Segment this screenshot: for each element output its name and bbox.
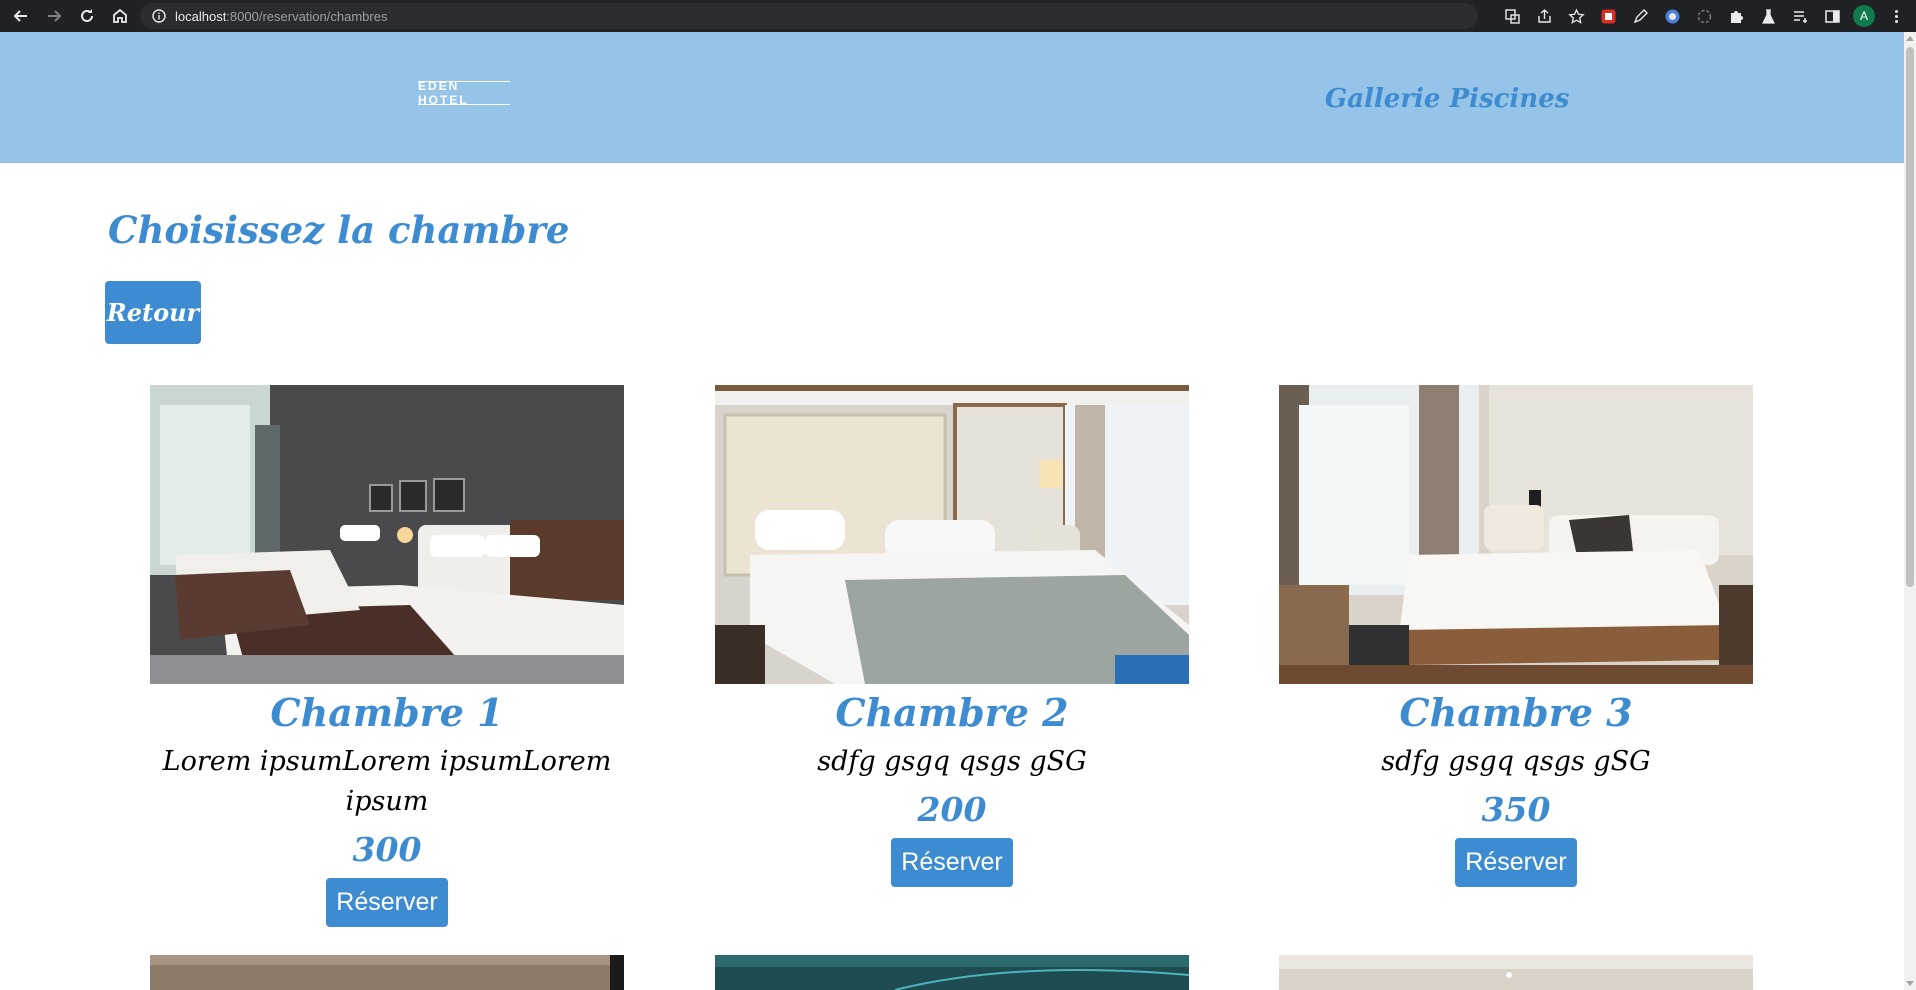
room-photo [150,955,624,990]
room-price: 200 [917,790,987,829]
room-photo [1279,955,1753,990]
room-photo [150,385,624,684]
room-card: Chambre 3 sdfg gsgq qsgs gSG 350 Réserve… [1279,385,1753,887]
browser-toolbar: localhost:8000/reservation/chambres A [0,0,1916,32]
room-price: 300 [352,830,422,869]
logo-text: EDEN HOTEL [418,79,469,107]
flask-icon[interactable] [1756,4,1780,28]
room-card-partial [715,955,1189,990]
scroll-up-icon[interactable] [1906,36,1914,41]
sync-icon[interactable] [1692,4,1716,28]
room-card: Chambre 2 sdfg gsgq qsgs gSG 200 Réserve… [715,385,1189,887]
side-panel-icon[interactable] [1820,4,1844,28]
extension-blue-icon[interactable] [1660,4,1684,28]
puzzle-icon[interactable] [1724,4,1748,28]
room-card-partial [1279,955,1753,990]
back-button[interactable]: Retour [105,281,201,344]
address-bar[interactable]: localhost:8000/reservation/chambres [140,3,1478,29]
hotel-logo[interactable]: EDEN HOTEL [418,79,510,107]
bookmark-star-icon[interactable] [1564,4,1588,28]
avatar-letter: A [1853,5,1875,27]
translate-icon[interactable] [1500,4,1524,28]
nav-link-gallerie-piscines[interactable]: Gallerie Piscines [1325,84,1569,114]
reserve-button[interactable]: Réserver [891,838,1013,887]
back-arrow-icon[interactable] [9,4,33,28]
forward-arrow-icon[interactable] [42,4,66,28]
extension-red-icon[interactable] [1596,4,1620,28]
profile-avatar[interactable]: A [1852,4,1876,28]
room-photo [1279,385,1753,684]
room-title: Chambre 2 [835,690,1069,735]
reserve-button[interactable]: Réserver [326,878,448,927]
info-icon[interactable] [152,9,166,23]
extensions-bar: A [1492,4,1908,28]
reserve-button[interactable]: Réserver [1455,838,1577,887]
scroll-down-icon[interactable] [1906,981,1914,986]
scroll-thumb[interactable] [1906,47,1914,587]
page-title: Choisissez la chambre [108,208,570,252]
pen-icon[interactable] [1628,4,1652,28]
page-scrollbar[interactable] [1904,32,1916,990]
room-card-partial [150,955,624,990]
room-description: Lorem ipsumLorem ipsumLorem ipsum [162,746,612,817]
reload-icon[interactable] [75,4,99,28]
room-description: sdfg gsgq qsgs gSG [1381,746,1651,777]
home-icon[interactable] [108,4,132,28]
reading-list-icon[interactable] [1788,4,1812,28]
share-icon[interactable] [1532,4,1556,28]
kebab-menu-icon[interactable] [1884,4,1908,28]
room-title: Chambre 3 [1399,690,1633,735]
room-photo [715,385,1189,684]
room-title: Chambre 1 [270,690,504,735]
room-description: sdfg gsgq qsgs gSG [817,746,1087,777]
room-price: 350 [1481,790,1551,829]
site-header: EDEN HOTEL Gallerie Piscines [0,32,1904,163]
url-text: localhost:8000/reservation/chambres [175,8,388,24]
room-card: Chambre 1 Lorem ipsumLorem ipsumLorem ip… [150,385,624,927]
room-photo [715,955,1189,990]
